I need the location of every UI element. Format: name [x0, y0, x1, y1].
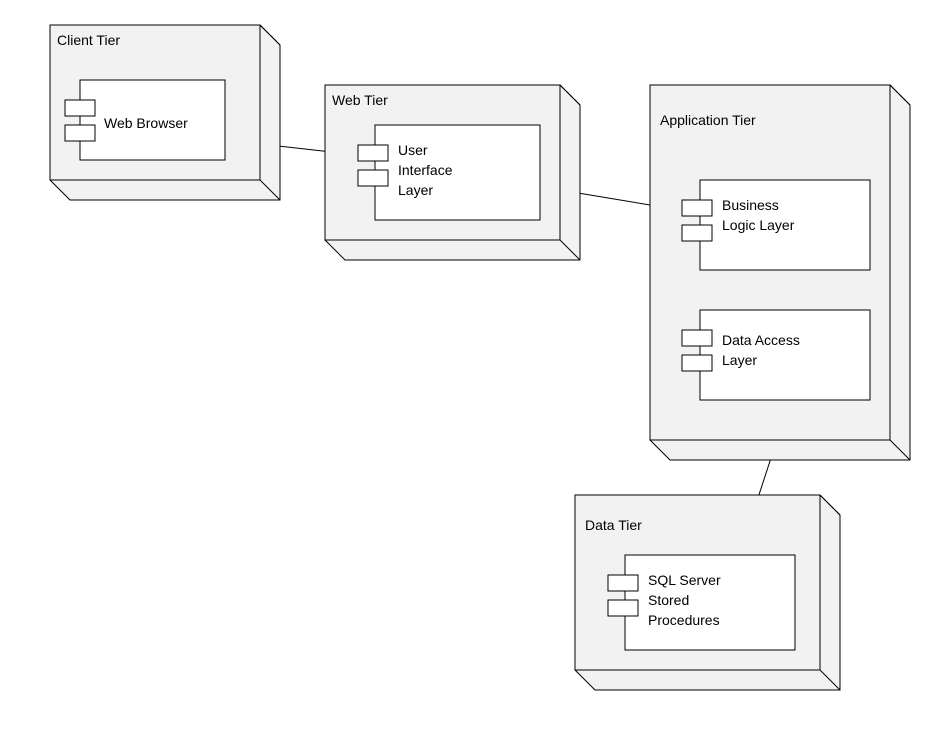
component-data-access: Data Access Layer: [682, 310, 870, 400]
component-ui-layer: User Interface Layer: [358, 125, 540, 220]
component-bll-label-2: Logic Layer: [722, 217, 795, 233]
component-dal-label-2: Layer: [722, 352, 757, 368]
component-web-browser: Web Browser: [65, 80, 225, 160]
node-web-tier: Web Tier User Interface Layer: [325, 85, 580, 260]
component-sql-label-1: SQL Server: [648, 572, 721, 588]
component-ui-layer-label-2: Interface: [398, 162, 453, 178]
node-application-tier: Application Tier Business Logic Layer Da…: [650, 85, 910, 460]
component-sql-label-3: Procedures: [648, 612, 720, 628]
node-data-title: Data Tier: [585, 517, 642, 533]
component-web-browser-label: Web Browser: [104, 115, 188, 131]
component-sql-label-2: Stored: [648, 592, 689, 608]
component-bll-label-1: Business: [722, 197, 779, 213]
node-web-title: Web Tier: [332, 92, 388, 108]
component-sql-sp: SQL Server Stored Procedures: [608, 555, 795, 650]
node-application-title: Application Tier: [660, 112, 756, 128]
deployment-diagram: Client Tier Web Browser Web Tier User In…: [0, 0, 932, 732]
node-data-tier: Data Tier SQL Server Stored Procedures: [575, 495, 840, 690]
node-client-title: Client Tier: [57, 32, 120, 48]
component-ui-layer-label-3: Layer: [398, 182, 433, 198]
component-business-logic: Business Logic Layer: [682, 180, 870, 270]
node-client-tier: Client Tier Web Browser: [50, 25, 280, 200]
component-dal-label-1: Data Access: [722, 332, 800, 348]
component-ui-layer-label-1: User: [398, 142, 428, 158]
